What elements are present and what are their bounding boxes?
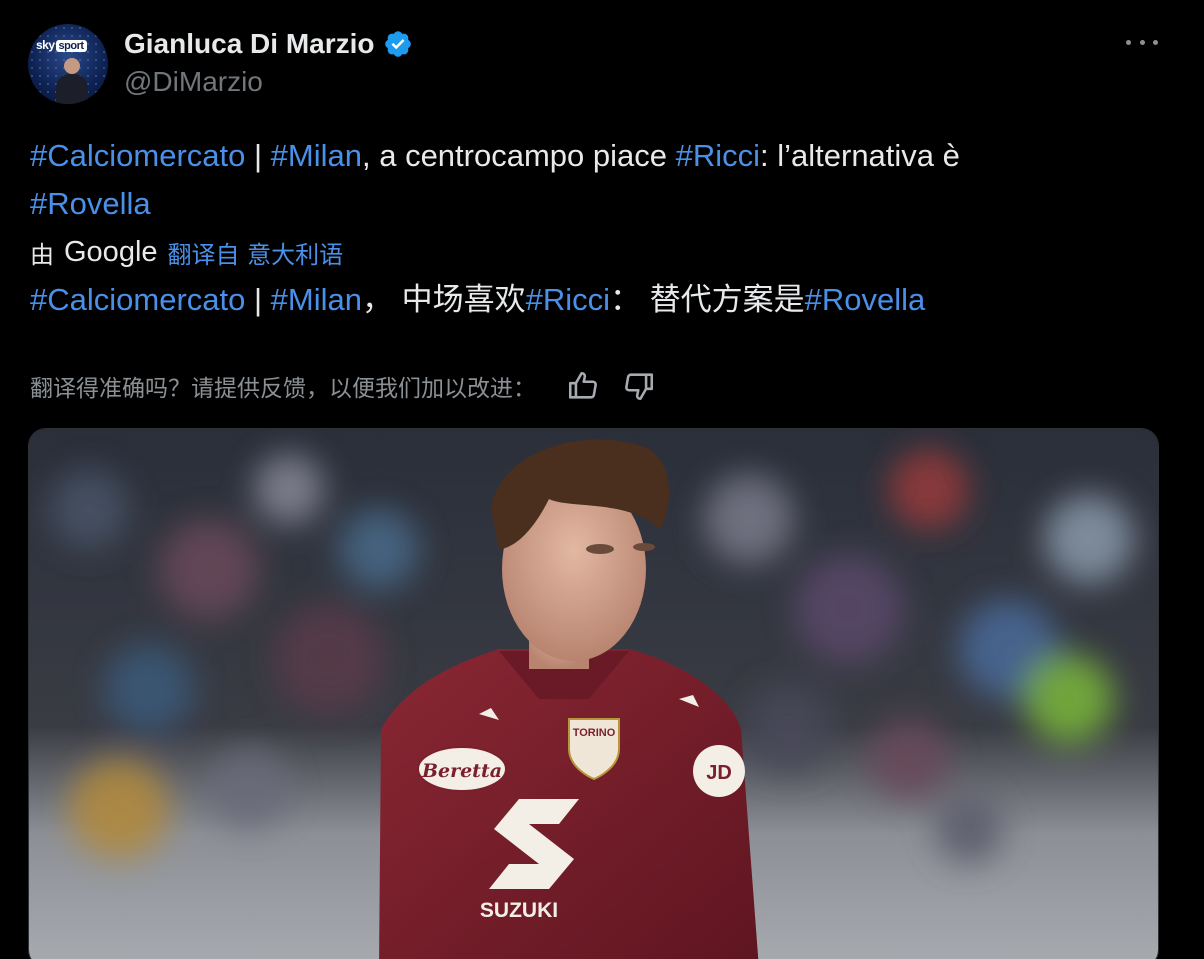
sky-sport-logo: sky sport (36, 38, 87, 52)
tweet-text-middle-2: : l’alternativa è (760, 138, 960, 173)
thumbs-up-icon[interactable] (566, 369, 600, 403)
more-dot (1126, 39, 1131, 45)
tweet-text: #Calciomercato | #Milan, a centrocampo p… (30, 132, 1160, 228)
author-display-name[interactable]: Gianluca Di Marzio (124, 28, 375, 60)
translated-by-bar: 由 Google 翻译自 意大利语 (30, 232, 343, 272)
shirt-brand-text: SUZUKI (480, 899, 558, 922)
hashtag-calciomercato[interactable]: #Calciomercato (30, 138, 245, 173)
google-logo: Google (64, 235, 158, 268)
hashtag-ricci[interactable]: #Ricci (676, 138, 760, 173)
translation-separator: | (245, 282, 271, 317)
tweet-text-separator: | (245, 138, 271, 173)
translated-from-link[interactable]: 翻译自 意大利语 (168, 235, 344, 270)
translation-text: #Calciomercato | #Milan， 中场喜欢#Ricci： 替代方… (30, 276, 1160, 324)
translation-feedback: 翻译得准确吗？请提供反馈，以便我们加以改进： (30, 364, 656, 408)
hashtag-rovella[interactable]: #Rovella (805, 282, 926, 317)
more-dot (1139, 39, 1145, 45)
more-dot (1153, 39, 1158, 45)
translation-middle-2: ： 替代方案是 (610, 282, 805, 317)
thumbs-down-icon[interactable] (622, 369, 656, 403)
hashtag-rovella[interactable]: #Rovella (30, 186, 151, 221)
hashtag-calciomercato[interactable]: #Calciomercato (30, 282, 245, 317)
player-photo: TORINO Beretta SUZUKI JD (29, 429, 1158, 959)
more-icon[interactable] (1126, 30, 1158, 54)
feedback-prompt: 翻译得准确吗？请提供反馈，以便我们加以改进： (30, 376, 536, 402)
author-handle[interactable]: @DiMarzio (124, 66, 263, 98)
tweet-media-image[interactable]: TORINO Beretta SUZUKI JD (28, 428, 1159, 959)
hashtag-milan[interactable]: #Milan (271, 282, 362, 317)
author-name-row: Gianluca Di Marzio (124, 24, 413, 64)
sleeve-badge-text: JD (706, 762, 732, 784)
avatar-person-head (64, 58, 80, 74)
translated-by-label: 由 (30, 240, 54, 269)
avatar[interactable]: sky sport (28, 24, 108, 104)
sponsor-text: Beretta (421, 760, 502, 782)
hashtag-ricci[interactable]: #Ricci (526, 282, 610, 317)
avatar-person-body (56, 74, 88, 104)
hashtag-milan[interactable]: #Milan (271, 138, 362, 173)
club-crest-text: TORINO (573, 727, 616, 739)
tweet-text-middle: , a centrocampo piace (361, 138, 676, 173)
translation-middle: ， 中场喜欢 (361, 282, 526, 317)
verified-icon[interactable] (383, 29, 413, 59)
